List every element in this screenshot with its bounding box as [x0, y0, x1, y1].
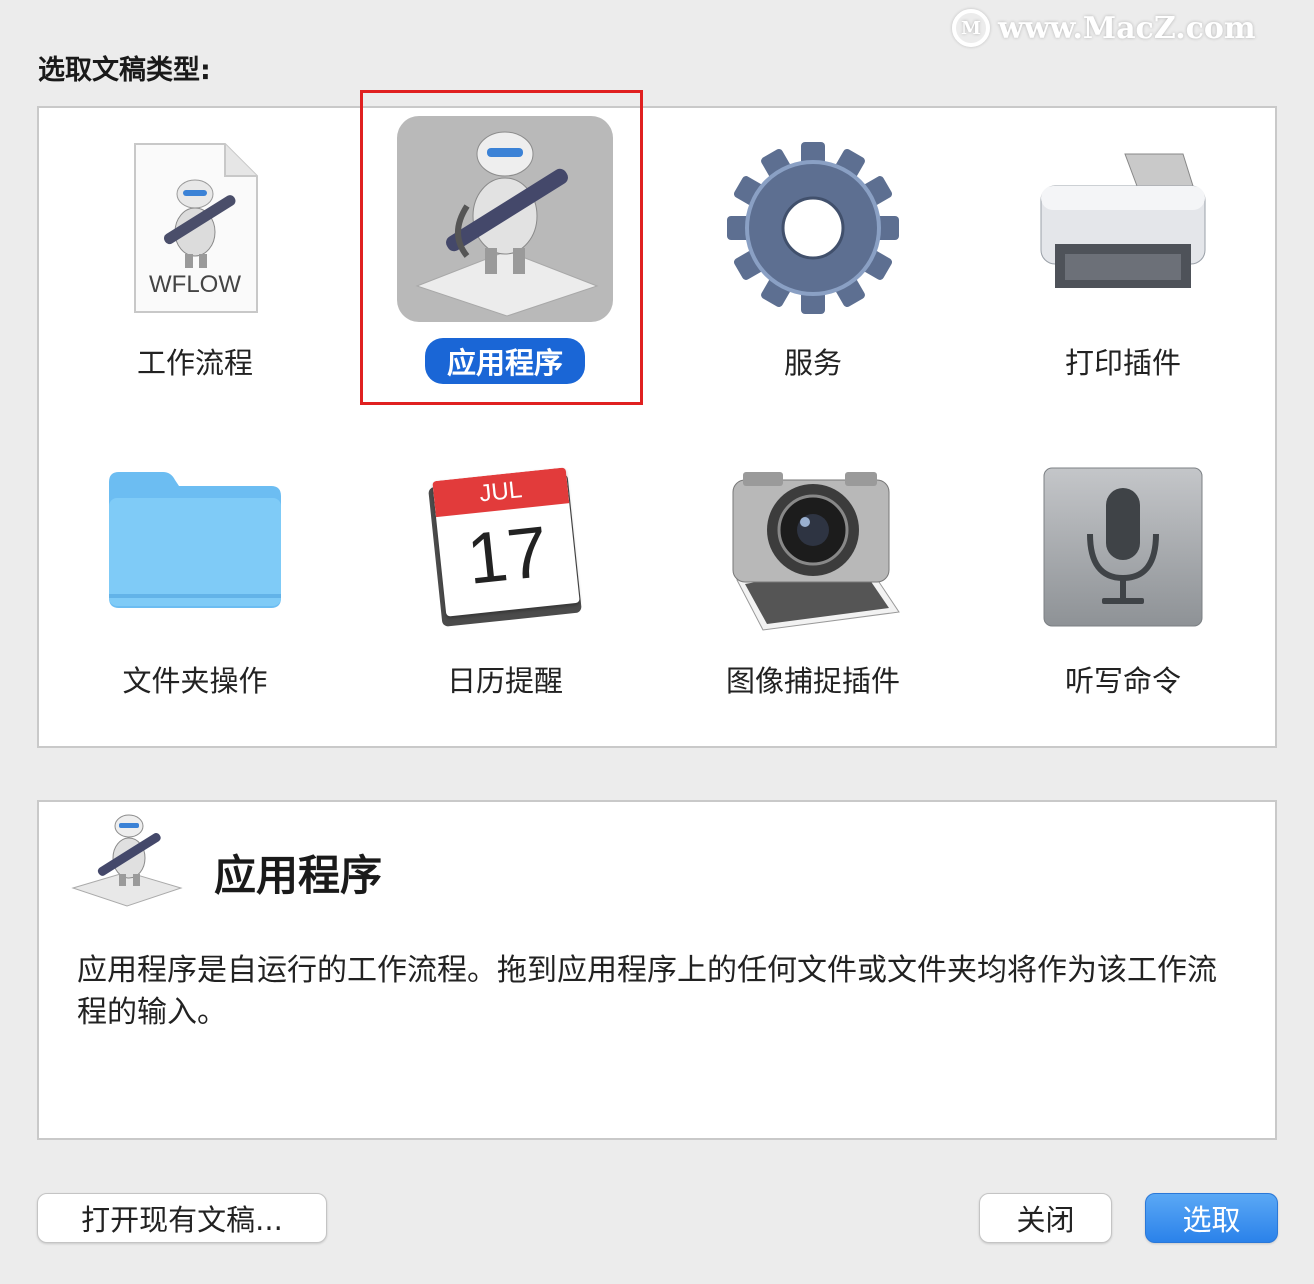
- type-print-plugin[interactable]: 打印插件: [973, 118, 1273, 418]
- open-existing-document-button[interactable]: 打开现有文稿...: [37, 1193, 327, 1243]
- type-label: 应用程序: [424, 338, 585, 384]
- folder-icon: [105, 468, 285, 617]
- type-label: 打印插件: [1064, 346, 1181, 380]
- watermark-logo-icon: M: [952, 9, 990, 47]
- watermark: M www.MacZ.com: [952, 6, 1256, 50]
- automator-robot-small-icon: [69, 810, 185, 914]
- type-label: 文件夹操作: [122, 664, 268, 698]
- watermark-text: www.MacZ.com: [998, 10, 1256, 46]
- choose-button[interactable]: 选取: [1145, 1193, 1278, 1243]
- type-service[interactable]: 服务: [663, 118, 963, 418]
- type-folder-action[interactable]: 文件夹操作: [45, 438, 345, 738]
- type-label: 日历提醒: [446, 664, 563, 698]
- microphone-icon: [1042, 466, 1204, 632]
- type-label: 服务: [783, 346, 842, 380]
- type-label: 听写命令: [1064, 664, 1181, 698]
- calendar-icon: JUL 17: [425, 466, 585, 627]
- type-image-capture-plugin[interactable]: 图像捕捉插件: [663, 438, 963, 738]
- page-title: 选取文稿类型:: [38, 55, 211, 86]
- type-label: 工作流程: [136, 346, 253, 380]
- description-text: 应用程序是自运行的工作流程。拖到应用程序上的任何文件或文件夹均将作为该工作流程的…: [77, 953, 1217, 1030]
- printer-icon: [1033, 146, 1213, 310]
- document-type-grid: WFLOW 工作流程 应用程序 服务 打印插件 文件夹操作 JUL 17 日历提…: [37, 106, 1277, 748]
- description-title: 应用程序: [214, 851, 383, 900]
- type-application[interactable]: 应用程序: [355, 116, 655, 418]
- close-button[interactable]: 关闭: [979, 1193, 1112, 1243]
- automator-robot-icon: [397, 116, 613, 322]
- type-workflow[interactable]: WFLOW 工作流程: [45, 118, 345, 418]
- type-calendar-alarm[interactable]: JUL 17 日历提醒: [355, 438, 655, 738]
- gear-icon: [723, 138, 903, 322]
- wflow-badge: WFLOW: [149, 271, 241, 298]
- workflow-file-icon: WFLOW: [125, 136, 265, 320]
- type-label: 图像捕捉插件: [725, 664, 900, 698]
- type-dictation-command[interactable]: 听写命令: [973, 438, 1273, 738]
- description-panel: 应用程序 应用程序是自运行的工作流程。拖到应用程序上的任何文件或文件夹均将作为该…: [37, 800, 1277, 1140]
- calendar-day: 17: [463, 511, 552, 600]
- camera-icon: [723, 462, 903, 636]
